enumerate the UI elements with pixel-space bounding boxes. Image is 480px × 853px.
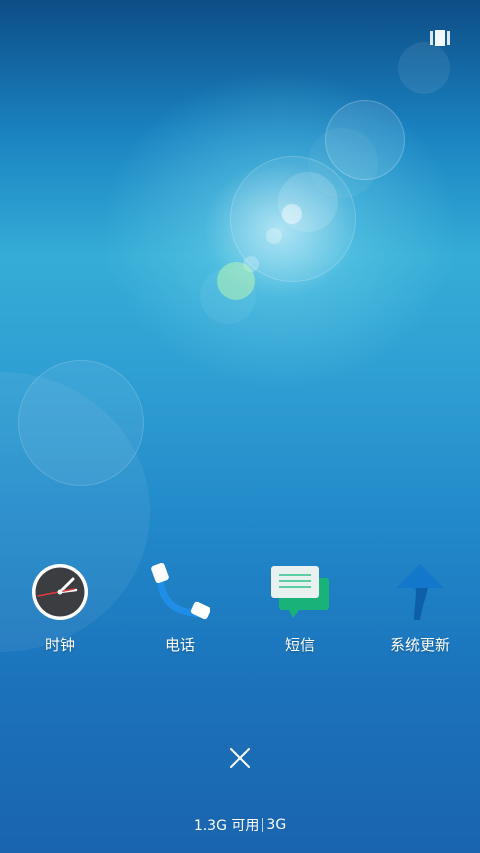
grid-view-toggle-button[interactable] — [428, 28, 452, 48]
wallpaper-bokeh — [266, 228, 282, 244]
wallpaper-bokeh — [278, 172, 338, 232]
memory-divider — [262, 818, 264, 832]
recent-apps-screen: 时钟 电话 短信 系统更新 1.3G 可用 3G — [0, 0, 480, 853]
recent-app-clock[interactable]: 时钟 — [0, 560, 120, 654]
phone-icon — [148, 560, 212, 624]
wallpaper-bokeh — [243, 256, 259, 272]
recent-app-messages[interactable]: 短信 — [240, 560, 360, 654]
recent-apps-row: 时钟 电话 短信 系统更新 — [0, 560, 480, 660]
message-icon — [268, 560, 332, 624]
wallpaper-bokeh — [18, 360, 144, 486]
app-label: 短信 — [284, 636, 315, 654]
memory-status: 1.3G 可用 3G — [0, 815, 480, 835]
wallpaper-bokeh — [217, 262, 255, 300]
recent-app-system-update[interactable]: 系统更新 — [360, 560, 480, 654]
clock-icon — [28, 560, 92, 624]
clear-all-button[interactable] — [222, 740, 258, 776]
wallpaper-bokeh — [282, 204, 302, 224]
grid-view-icon — [430, 30, 450, 46]
wallpaper-bokeh — [230, 156, 356, 282]
close-icon — [230, 748, 250, 768]
app-label: 电话 — [164, 636, 195, 654]
wallpaper-bokeh — [200, 268, 256, 324]
memory-available: 1.3G 可用 — [193, 818, 260, 834]
recent-app-phone[interactable]: 电话 — [120, 560, 240, 654]
wallpaper-bokeh — [325, 100, 405, 180]
app-label: 时钟 — [44, 636, 75, 654]
system-update-icon — [388, 560, 452, 624]
wallpaper-bokeh — [308, 128, 378, 198]
wallpaper-bokeh — [398, 42, 450, 94]
app-label: 系统更新 — [389, 636, 450, 654]
wallpaper-glow — [100, 70, 460, 390]
memory-total: 3G — [266, 817, 287, 833]
